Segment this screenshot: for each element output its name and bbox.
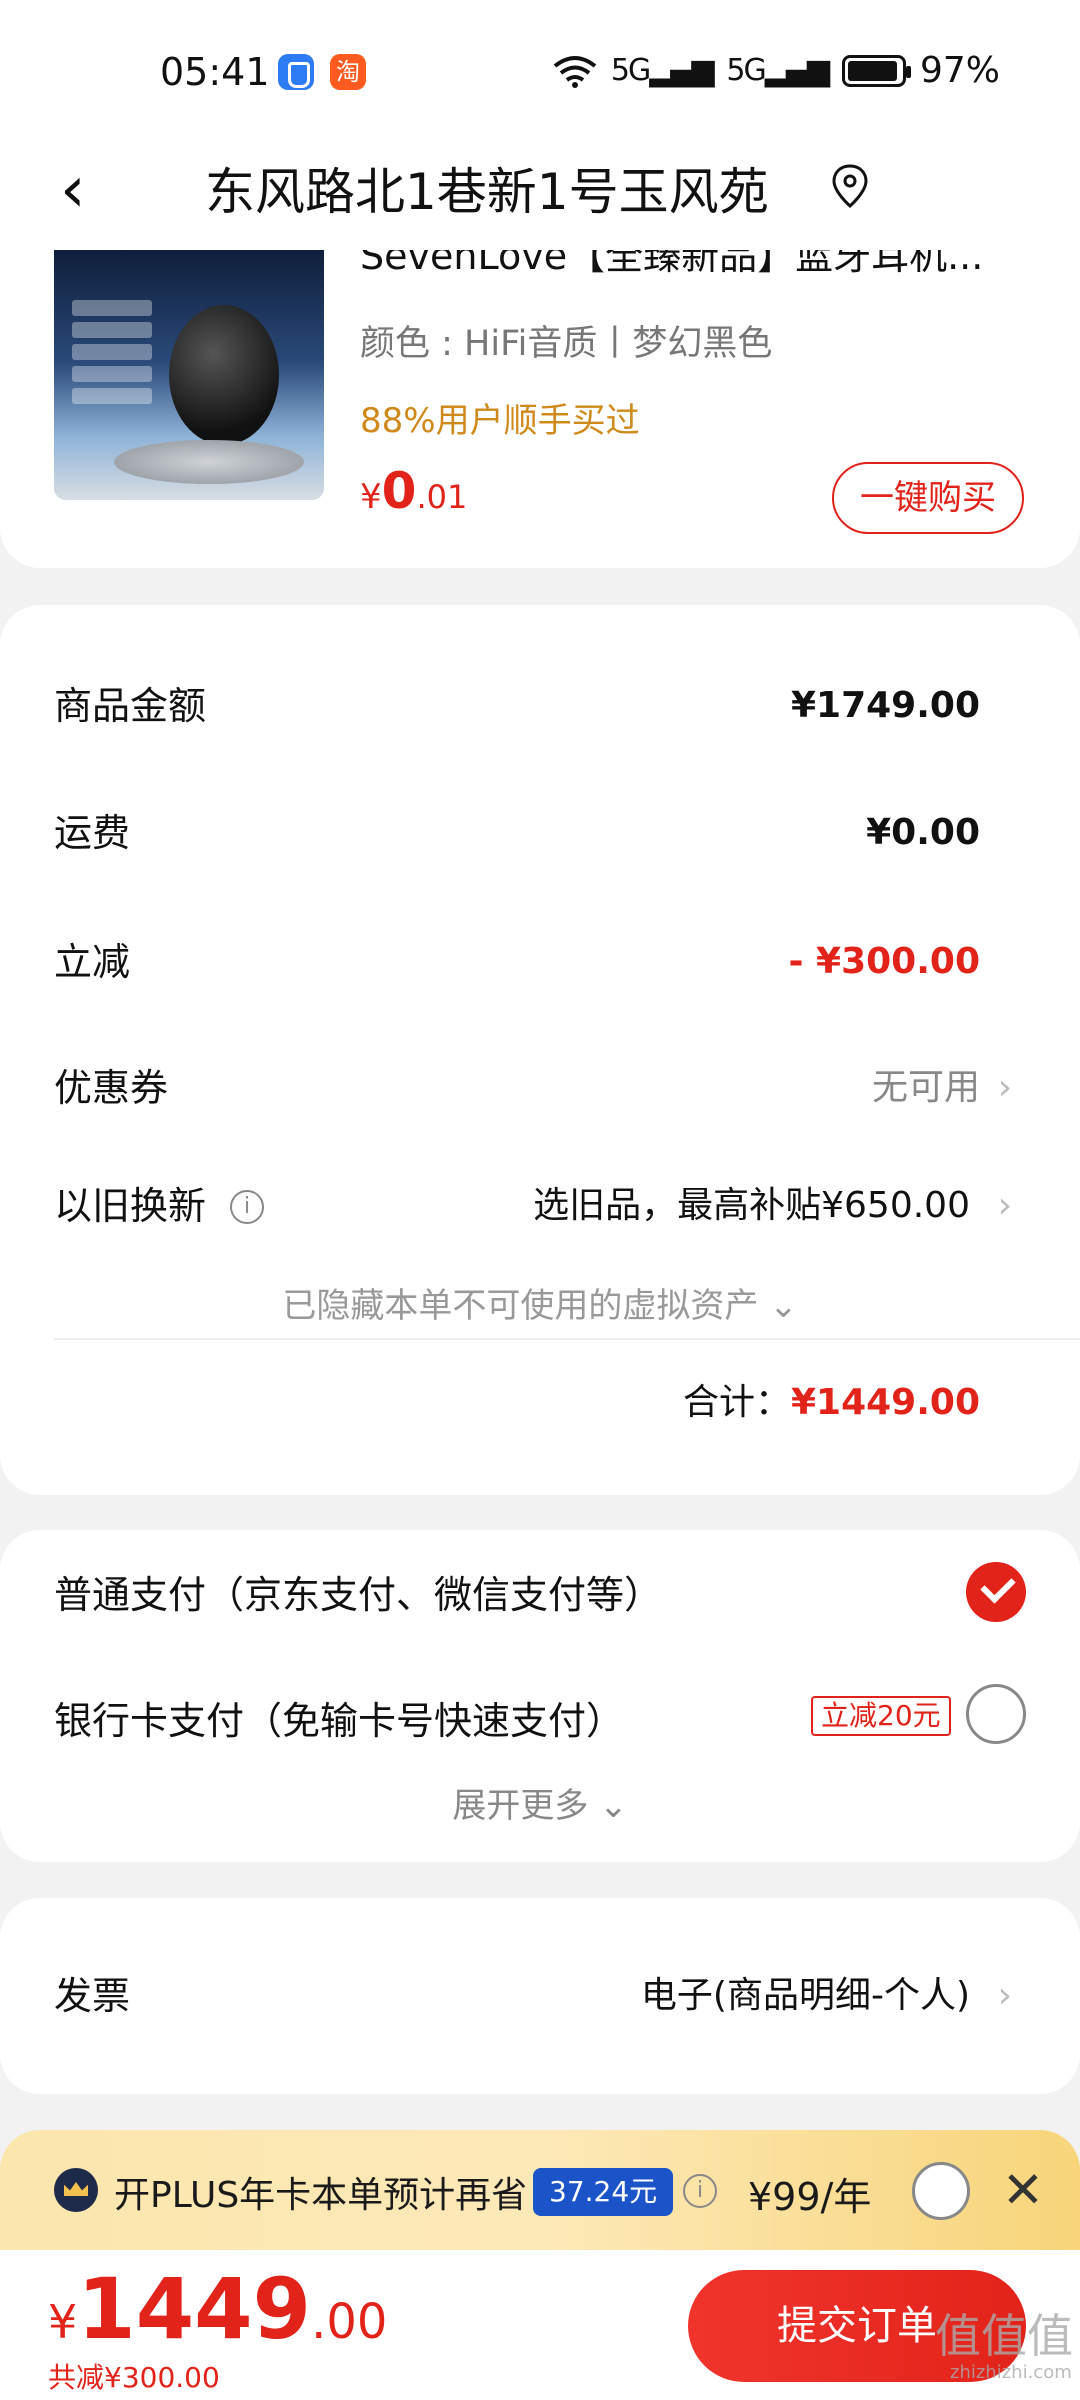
shipping-label: 运费 [54,811,131,855]
price-currency: ¥ [360,477,382,517]
status-time: 05:41 [160,50,270,94]
security-app-icon [278,54,314,90]
total-discount-note: 共减¥300.00 [48,2361,220,2394]
total-integer: 1449 [77,2260,312,2358]
wifi-icon [553,55,597,88]
trade-in-label: 以旧换新 [54,1184,207,1228]
close-icon[interactable]: ✕ [1002,2160,1044,2220]
shipping-row: 运费 ¥0.00 [54,803,980,863]
checkmark-selected-icon[interactable] [966,1562,1026,1622]
status-bar: 05:41 淘 5G▂▄▆ 5G▂▄▆ 97% [0,0,1080,130]
checkout-total-price: ¥1449.00 [48,2260,387,2358]
product-variant: 颜色 : HiFi音质丨梦幻黑色 [360,324,773,364]
chevron-right-icon: › [997,1975,1012,2016]
divider [54,1338,1080,1340]
taobao-app-icon: 淘 [330,54,366,90]
bank-card-radio[interactable] [966,1684,1026,1744]
status-indicators: 5G▂▄▆ 5G▂▄▆ 97% [553,50,1000,91]
recommended-product-card: SevenLove【全臻新品】蓝牙耳机... 颜色 : HiFi音质丨梦幻黑色 … [0,250,1080,568]
product-image[interactable] [54,250,324,500]
normal-payment-label[interactable]: 普通支付（京东支付、微信支付等） [54,1564,662,1619]
shipping-value: ¥0.00 [866,812,980,853]
invoice-row[interactable]: 发票 电子(商品明细-个人) › [54,1966,1012,2026]
image-text-line [72,366,152,382]
order-total: 合计：¥1449.00 [683,1373,980,1425]
product-title[interactable]: SevenLove【全臻新品】蓝牙耳机... [360,250,1020,276]
plus-select-radio[interactable] [912,2162,970,2220]
instant-discount-value: - ¥300.00 [788,941,980,982]
order-amount-card [0,605,1080,1495]
trade-in-row[interactable]: 以旧换新 i 选旧品，最高补贴¥650.00 › [54,1176,1012,1236]
invoice-value: 电子(商品明细-个人) [640,1975,970,2016]
chevron-right-icon: › [997,1185,1012,1226]
one-click-buy-button[interactable]: 一键购买 [832,462,1024,534]
invoice-label: 发票 [54,1974,131,2018]
watermark-url: zhizhizhi.com [950,2362,1072,2383]
watermark-logo: 值值值 [935,2309,1073,2363]
total-decimal: .00 [311,2294,388,2350]
checkout-bar: ¥1449.00 共减¥300.00 提交订单 [0,2250,1080,2400]
bank-promo-badge: 立减20元 [811,1696,951,1736]
earbuds-case [169,305,279,445]
plus-crown-icon [54,2168,98,2212]
hidden-assets-toggle[interactable]: 已隐藏本单不可使用的虚拟资产 ⌄ [0,1278,1080,1327]
price-integer: 0 [381,462,417,520]
product-price: ¥0.01 [360,462,467,520]
battery-percent: 97% [919,50,1000,91]
plus-promo-text: 开PLUS年卡本单预计再省 [114,2175,528,2216]
coupon-row[interactable]: 优惠券 无可用 › [54,1058,1012,1118]
total-currency: ¥ [48,2295,78,2349]
buyers-note: 88%用户顺手买过 [360,401,640,441]
plus-savings-badge: 37.24元 [533,2168,674,2216]
location-pin-icon[interactable] [830,162,870,212]
image-pedestal [114,440,304,484]
chevron-right-icon: › [997,1067,1012,1108]
signal-2-icon: 5G▂▄▆ [726,53,830,88]
plus-price: ¥99/年 [748,2175,872,2219]
goods-amount-value: ¥1749.00 [790,685,980,726]
delivery-address[interactable]: 东风路北1巷新1号玉风苑 [205,152,769,224]
image-text-line [72,300,152,316]
coupon-value: 无可用 [871,1067,980,1108]
coupon-label: 优惠券 [54,1066,169,1110]
back-arrow-icon[interactable]: ‹ [60,150,120,230]
image-text-line [72,388,152,404]
info-icon[interactable]: i [230,1190,264,1224]
signal-1-icon: 5G▂▄▆ [610,53,715,88]
total-value: ¥1449.00 [790,1382,980,1423]
bank-card-payment-label[interactable]: 银行卡支付（免输卡号快速支付） [54,1690,624,1745]
price-decimal: .01 [416,478,468,516]
instant-discount-label: 立减 [54,940,131,984]
goods-amount-label: 商品金额 [54,684,207,728]
goods-amount-row: 商品金额 ¥1749.00 [54,676,980,736]
info-icon[interactable]: i [683,2174,717,2208]
image-text-line [72,344,152,360]
total-label: 合计： [682,1382,791,1423]
plus-membership-bar: 开PLUS年卡本单预计再省 37.24元 i ¥99/年 ✕ [0,2130,1080,2250]
image-text-line [72,322,152,338]
expand-more-payments[interactable]: 展开更多 ⌄ [0,1778,1080,1827]
trade-in-value: 选旧品，最高补贴¥650.00 [533,1185,970,1226]
battery-icon [841,54,911,87]
instant-discount-row: 立减 - ¥300.00 [54,932,980,992]
address-header: ‹ 东风路北1巷新1号玉风苑 [0,130,1080,250]
